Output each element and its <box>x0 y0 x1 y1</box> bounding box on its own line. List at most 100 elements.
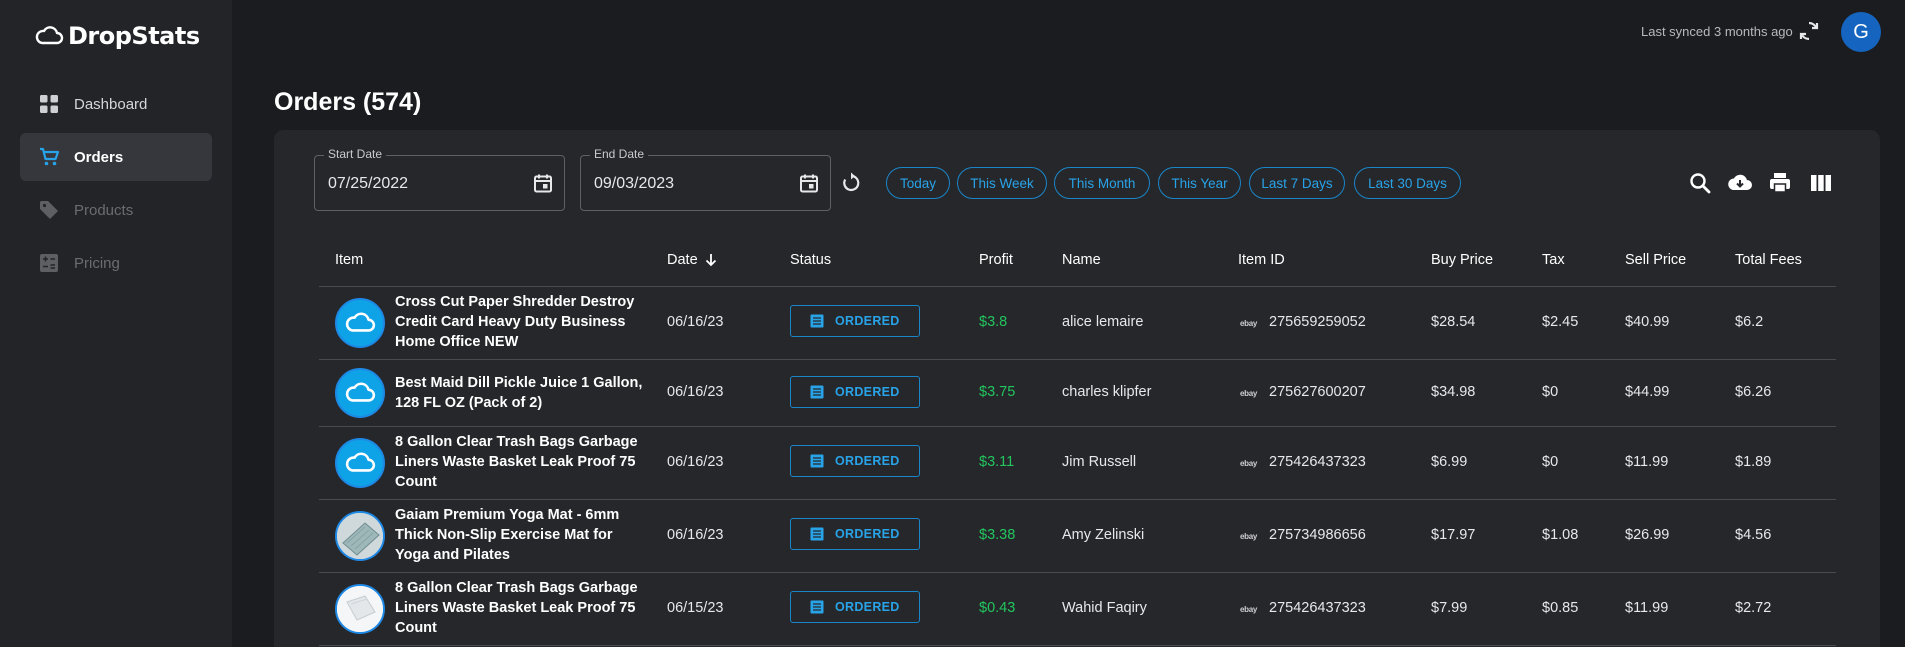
trash-bag-image-icon <box>337 586 383 632</box>
status-label: ORDERED <box>835 454 900 468</box>
profit-value: $0.43 <box>979 600 1016 616</box>
start-date-value: 07/25/2022 <box>328 175 409 192</box>
buy-price: $34.98 <box>1431 384 1476 400</box>
chip-last-30-days[interactable]: Last 30 Days <box>1354 167 1461 199</box>
tax: $0 <box>1542 454 1559 470</box>
item-thumbnail <box>335 584 385 634</box>
order-date: 06/16/23 <box>667 384 724 400</box>
chip-this-week[interactable]: This Week <box>957 167 1047 199</box>
item-title[interactable]: Cross Cut Paper Shredder Destroy Credit … <box>395 292 645 352</box>
sidebar-item-dashboard[interactable]: Dashboard <box>20 80 212 128</box>
end-date-value: 09/03/2023 <box>594 175 675 192</box>
start-date-label: Start Date <box>324 147 387 161</box>
sidebar-item-orders[interactable]: Orders <box>20 133 212 181</box>
sidebar-item-label: Dashboard <box>74 95 148 113</box>
calendar-icon[interactable] <box>798 172 820 194</box>
sell-price: $40.99 <box>1625 314 1670 330</box>
table-row[interactable]: 8 Gallon Clear Trash Bags Garbage Liners… <box>0 573 1905 645</box>
divider <box>319 645 1836 646</box>
sort-descending-icon[interactable] <box>703 252 719 268</box>
order-date: 06/16/23 <box>667 314 724 330</box>
status-badge[interactable]: ORDERED <box>790 591 920 623</box>
item-id[interactable]: 275627600207 <box>1269 384 1366 400</box>
status-label: ORDERED <box>835 314 900 328</box>
receipt-icon <box>810 600 824 614</box>
buyer-name: Amy Zelinski <box>1062 527 1145 543</box>
status-label: ORDERED <box>835 385 900 399</box>
column-header-status[interactable]: Status <box>790 252 831 268</box>
end-date-field[interactable]: End Date 09/03/2023 <box>580 147 831 211</box>
app-name: DropStats <box>68 22 200 50</box>
buyer-name: charles klipfer <box>1062 384 1152 400</box>
column-header-sell-price[interactable]: Sell Price <box>1625 252 1686 268</box>
status-badge[interactable]: ORDERED <box>790 376 920 408</box>
calendar-icon[interactable] <box>532 172 554 194</box>
item-id[interactable]: 275734986656 <box>1269 527 1366 543</box>
column-header-date[interactable]: Date <box>667 252 698 268</box>
status-badge[interactable]: ORDERED <box>790 305 920 337</box>
item-id[interactable]: 275426437323 <box>1269 454 1366 470</box>
buy-price: $28.54 <box>1431 314 1476 330</box>
receipt-icon <box>810 314 824 328</box>
ebay-logo-icon: ebay <box>1240 605 1258 614</box>
column-header-item[interactable]: Item <box>335 252 363 268</box>
chip-this-year[interactable]: This Year <box>1158 167 1241 199</box>
print-icon[interactable] <box>1767 170 1793 196</box>
chip-today[interactable]: Today <box>886 167 950 199</box>
buyer-name: Jim Russell <box>1062 454 1137 470</box>
cloud-download-icon[interactable] <box>1727 170 1753 196</box>
column-header-name[interactable]: Name <box>1062 252 1101 268</box>
calculator-icon <box>40 254 58 272</box>
item-title[interactable]: Best Maid Dill Pickle Juice 1 Gallon, 12… <box>395 373 645 413</box>
avatar[interactable]: G <box>1841 12 1881 52</box>
column-header-item-id[interactable]: Item ID <box>1238 252 1285 268</box>
start-date-field[interactable]: Start Date 07/25/2022 <box>314 147 565 211</box>
buyer-name: alice lemaire <box>1062 314 1144 330</box>
status-badge[interactable]: ORDERED <box>790 518 920 550</box>
status-label: ORDERED <box>835 527 900 541</box>
item-title[interactable]: 8 Gallon Clear Trash Bags Garbage Liners… <box>395 432 645 492</box>
ebay-logo-icon: ebay <box>1240 389 1258 398</box>
buy-price: $17.97 <box>1431 527 1476 543</box>
item-id[interactable]: 275659259052 <box>1269 314 1366 330</box>
ebay-logo-icon: ebay <box>1240 459 1258 468</box>
cloud-logo-icon <box>35 26 64 45</box>
receipt-icon <box>810 527 824 541</box>
sidebar-item-products[interactable]: Products <box>20 186 212 234</box>
sync-icon[interactable] <box>1797 19 1821 43</box>
reset-dates-icon[interactable] <box>839 171 863 195</box>
total-fees: $4.56 <box>1735 527 1772 543</box>
table-row[interactable]: Gaiam Premium Yoga Mat - 6mm Thick Non-S… <box>0 500 1905 572</box>
chip-last-7-days[interactable]: Last 7 Days <box>1249 167 1345 199</box>
tax: $1.08 <box>1542 527 1579 543</box>
total-fees: $6.2 <box>1735 314 1764 330</box>
table-row[interactable]: Best Maid Dill Pickle Juice 1 Gallon, 12… <box>0 360 1905 426</box>
search-icon[interactable] <box>1687 170 1713 196</box>
sidebar-item-pricing[interactable]: Pricing <box>20 239 212 287</box>
buyer-name: Wahid Faqiry <box>1062 600 1147 616</box>
last-synced-text: Last synced 3 months ago <box>1641 24 1793 39</box>
item-thumbnail <box>335 438 385 488</box>
sidebar-item-label: Products <box>74 201 134 219</box>
column-header-profit[interactable]: Profit <box>979 252 1013 268</box>
sell-price: $44.99 <box>1625 384 1670 400</box>
column-header-tax[interactable]: Tax <box>1542 252 1565 268</box>
end-date-label: End Date <box>590 147 649 161</box>
columns-icon[interactable] <box>1808 170 1834 196</box>
ebay-logo-icon: ebay <box>1240 532 1258 541</box>
sell-price: $11.99 <box>1625 454 1669 470</box>
item-id[interactable]: 275426437323 <box>1269 600 1366 616</box>
column-header-buy-price[interactable]: Buy Price <box>1431 252 1493 268</box>
chip-this-month[interactable]: This Month <box>1054 167 1150 199</box>
cloud-placeholder-icon <box>345 312 376 332</box>
table-row[interactable]: Cross Cut Paper Shredder Destroy Credit … <box>0 287 1905 359</box>
item-thumbnail <box>335 511 385 561</box>
table-row[interactable]: 8 Gallon Clear Trash Bags Garbage Liners… <box>0 427 1905 499</box>
app-logo[interactable]: DropStats <box>34 22 200 50</box>
yoga-mat-image-icon <box>337 513 383 559</box>
item-title[interactable]: Gaiam Premium Yoga Mat - 6mm Thick Non-S… <box>395 505 645 565</box>
profit-value: $3.11 <box>979 454 1015 470</box>
status-badge[interactable]: ORDERED <box>790 445 920 477</box>
column-header-total-fees[interactable]: Total Fees <box>1735 252 1802 268</box>
item-title[interactable]: 8 Gallon Clear Trash Bags Garbage Liners… <box>395 578 645 638</box>
